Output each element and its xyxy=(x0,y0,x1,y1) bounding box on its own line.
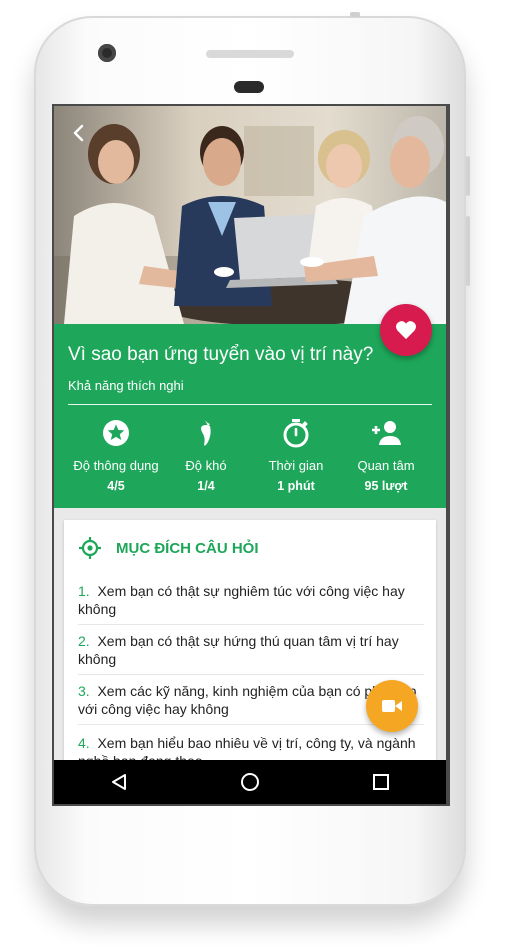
back-button[interactable] xyxy=(72,124,86,146)
add-person-icon xyxy=(372,421,401,445)
item-divider xyxy=(78,624,424,625)
question-subtitle: Khả năng thích nghi xyxy=(68,378,184,393)
star-circle-icon xyxy=(103,420,129,446)
stat-duration: Thời gian 1 phút xyxy=(248,418,344,493)
stopwatch-icon xyxy=(283,419,309,448)
purpose-header: MỤC ĐÍCH CÂU HỎI xyxy=(78,536,259,560)
item-text: Xem bạn hiểu bao nhiêu về vị trí, công t… xyxy=(78,735,416,760)
purpose-title: MỤC ĐÍCH CÂU HỎI xyxy=(116,539,259,557)
crosshair-icon xyxy=(79,537,101,559)
stat-difficulty: Độ khó 1/4 xyxy=(158,418,254,493)
app-content: Vì sao bạn ứng tuyển vào vị trí này? Khả… xyxy=(54,106,446,760)
item-number: 2. xyxy=(78,633,90,649)
phone-screen: Vì sao bạn ứng tuyển vào vị trí này? Khả… xyxy=(52,104,450,806)
hero-image xyxy=(54,106,446,324)
square-recents-icon xyxy=(372,774,389,790)
triangle-back-icon xyxy=(112,774,127,790)
circle-home-icon xyxy=(240,773,259,791)
purpose-item: 4. Xem bạn hiểu bao nhiêu về vị trí, côn… xyxy=(78,734,424,760)
phone-volume-button xyxy=(466,216,470,286)
stat-label: Độ khó xyxy=(185,458,227,473)
chili-icon xyxy=(201,420,211,446)
question-title: Vì sao bạn ứng tuyển vào vị trí này? xyxy=(68,344,374,365)
proximity-sensor xyxy=(234,81,264,93)
stat-value: 95 lượt xyxy=(364,479,408,493)
panel-divider xyxy=(68,404,432,405)
stat-label: Độ thông dụng xyxy=(73,458,159,473)
phone-top-button xyxy=(350,12,360,17)
phone-side-button xyxy=(466,156,470,196)
nav-home-button[interactable] xyxy=(230,762,270,802)
meeting-photo xyxy=(54,106,446,324)
front-camera xyxy=(98,44,116,62)
purpose-item: 1. Xem bạn có thật sự nghiêm túc với côn… xyxy=(78,582,424,618)
arrow-back-icon xyxy=(73,124,84,142)
nav-recents-button[interactable] xyxy=(361,762,401,802)
stat-popularity: Độ thông dụng 4/5 xyxy=(68,418,164,493)
earpiece-speaker xyxy=(206,50,294,58)
record-video-button[interactable] xyxy=(366,680,418,732)
stat-value: 4/5 xyxy=(107,479,125,493)
heart-icon xyxy=(396,321,416,340)
stat-value: 1/4 xyxy=(197,479,215,493)
nav-back-button[interactable] xyxy=(99,762,139,802)
item-text: Xem bạn có thật sự nghiêm túc với công v… xyxy=(78,583,405,617)
item-number: 3. xyxy=(78,683,90,699)
item-divider xyxy=(78,724,424,725)
item-number: 1. xyxy=(78,583,90,599)
item-divider xyxy=(78,674,424,675)
video-camera-icon xyxy=(382,700,402,712)
stat-label: Thời gian xyxy=(268,458,324,473)
item-number: 4. xyxy=(78,735,90,751)
stat-value: 1 phút xyxy=(277,479,315,493)
stat-label: Quan tâm xyxy=(357,458,415,473)
item-text: Xem bạn có thật sự hứng thú quan tâm vị … xyxy=(78,633,399,667)
stat-interest: Quan tâm 95 lượt xyxy=(338,418,434,493)
favorite-button[interactable] xyxy=(380,304,432,356)
system-nav-bar xyxy=(54,760,446,804)
purpose-item: 2. Xem bạn có thật sự hứng thú quan tâm … xyxy=(78,632,424,668)
